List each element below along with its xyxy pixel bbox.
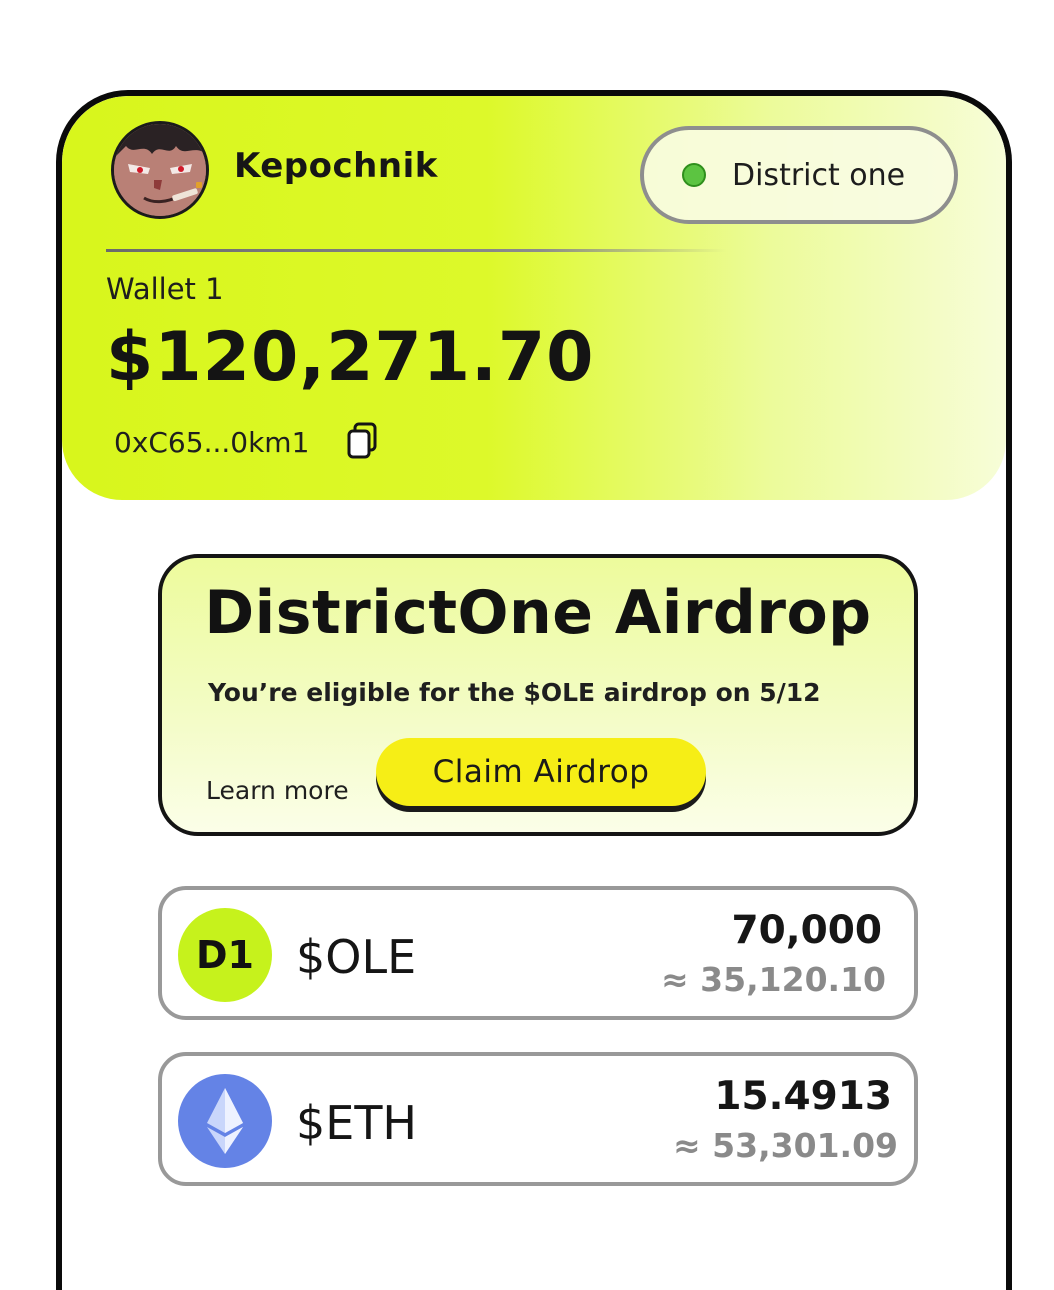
d1-logo-text: D1 xyxy=(196,933,254,977)
username: Kepochnik xyxy=(234,146,438,186)
wallet-header-card: Kepochnik District one Wallet 1 $120,271… xyxy=(62,96,1006,500)
avatar-image xyxy=(114,124,206,216)
token-row-ole[interactable]: D1 $OLE 70,000 ≈ 35,120.10 xyxy=(158,886,918,1020)
wallet-address: 0xC65...0km1 xyxy=(114,426,310,459)
status-dot-icon xyxy=(682,163,706,187)
network-selector-button[interactable]: District one xyxy=(640,126,958,224)
token-value-approx: ≈ 53,301.09 xyxy=(673,1126,898,1165)
learn-more-link[interactable]: Learn more xyxy=(206,776,349,805)
wallet-name: Wallet 1 xyxy=(106,272,224,306)
copy-icon[interactable] xyxy=(346,422,380,460)
airdrop-title: DistrictOne Airdrop xyxy=(204,578,872,648)
token-row-eth[interactable]: $ETH 15.4913 ≈ 53,301.09 xyxy=(158,1052,918,1186)
token-amount: 15.4913 xyxy=(714,1074,892,1119)
avatar[interactable] xyxy=(111,121,209,219)
wallet-balance: $120,271.70 xyxy=(106,318,595,397)
divider xyxy=(106,249,726,252)
claim-airdrop-button[interactable]: Claim Airdrop xyxy=(376,738,706,806)
ethereum-icon xyxy=(178,1074,272,1168)
token-amount: 70,000 xyxy=(731,908,883,953)
token-symbol: $OLE xyxy=(296,930,417,984)
wallet-screen: Kepochnik District one Wallet 1 $120,271… xyxy=(56,90,1012,1290)
airdrop-card: DistrictOne Airdrop You’re eligible for … xyxy=(158,554,918,836)
token-value-approx: ≈ 35,120.10 xyxy=(661,960,886,999)
d1-logo-icon: D1 xyxy=(178,908,272,1002)
token-symbol: $ETH xyxy=(296,1096,418,1150)
network-label: District one xyxy=(732,157,906,193)
airdrop-subtitle: You’re eligible for the $OLE airdrop on … xyxy=(208,678,821,707)
